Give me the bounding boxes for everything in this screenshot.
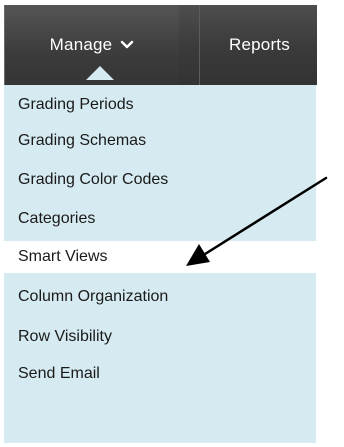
menu-item-row-visibility[interactable]: Row Visibility: [4, 321, 316, 353]
menu-item-label: Column Organization: [18, 288, 169, 305]
menu-item-label: Grading Schemas: [18, 132, 147, 149]
tab-reports[interactable]: Reports: [229, 5, 319, 85]
menu-item-grading-color-codes[interactable]: Grading Color Codes: [4, 164, 316, 196]
tab-reports-label: Reports: [229, 35, 290, 54]
menu-item-smart-views[interactable]: Smart Views: [4, 241, 316, 273]
menu-item-label: Send Email: [18, 365, 100, 382]
menu-item-label: Grading Periods: [18, 96, 134, 113]
tab-divider: [199, 5, 200, 85]
top-menu-bar: Manage Reports: [4, 5, 317, 85]
page: Manage Reports Grading Periods Grading S…: [0, 0, 344, 447]
menu-item-grading-schemas[interactable]: Grading Schemas: [4, 125, 316, 157]
menu-item-label: Categories: [18, 210, 96, 227]
tab-manage-label: Manage: [49, 35, 113, 54]
menu-item-categories[interactable]: Categories: [4, 203, 316, 235]
chevron-down-icon: [121, 40, 134, 49]
menu-item-label: Grading Color Codes: [18, 171, 169, 188]
menu-item-send-email[interactable]: Send Email: [4, 358, 316, 390]
menu-item-column-organization[interactable]: Column Organization: [4, 281, 316, 313]
menu-item-label: Smart Views: [18, 248, 108, 265]
dropdown-pointer: [86, 66, 114, 80]
menu-item-label: Row Visibility: [18, 328, 112, 345]
menu-item-grading-periods[interactable]: Grading Periods: [4, 89, 316, 121]
manage-dropdown-menu: Grading Periods Grading Schemas Grading …: [4, 85, 316, 443]
